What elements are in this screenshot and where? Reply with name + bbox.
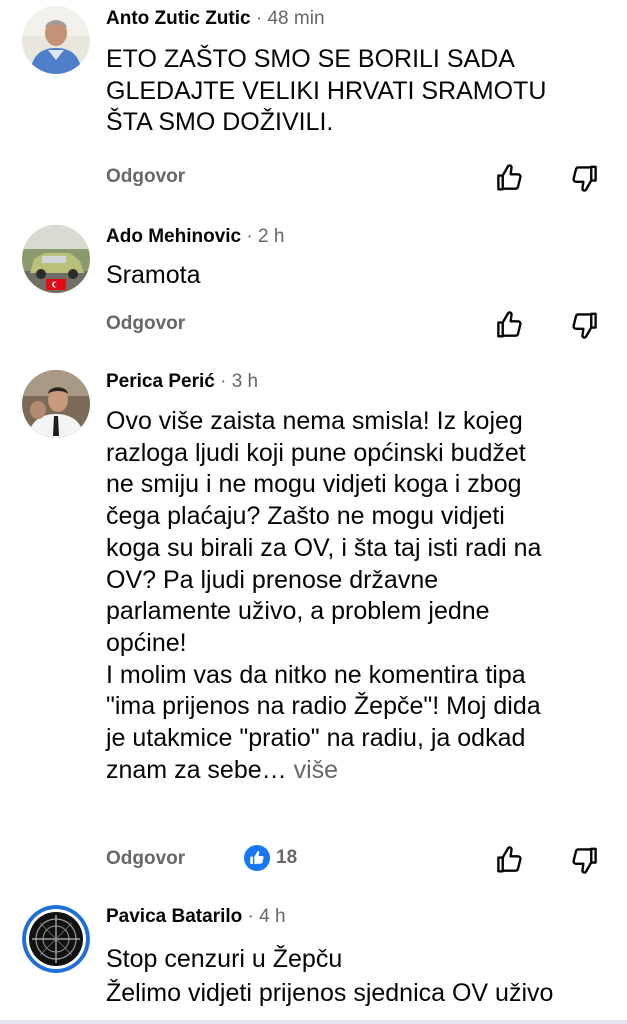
thumbs-down-icon[interactable] bbox=[570, 163, 600, 193]
comment-line: koga su birali za OV, i šta taj isti rad… bbox=[106, 533, 542, 562]
comment-line: Ovo više zaista nema smisla! Iz kojeg bbox=[106, 407, 523, 435]
author-name[interactable]: Anto Zutic Zutic bbox=[106, 8, 251, 29]
comment: Perica Perić · 3 h Ovo više zaista nema … bbox=[0, 360, 627, 890]
thumbs-up-icon[interactable] bbox=[494, 310, 524, 340]
comment-line: GLEDAJTE VELIKI HRVATI SRAMOTU bbox=[106, 76, 547, 105]
author-name[interactable]: Ado Mehinovic bbox=[106, 226, 241, 247]
comment-text: Sramota bbox=[106, 260, 611, 292]
comment-line: razloga ljudi koji pune općinski budžet bbox=[106, 438, 526, 467]
author-name[interactable]: Pavica Batarilo bbox=[106, 906, 242, 927]
comment-line: ne smiju i ne mogu vidjeti koga i zbog bbox=[106, 470, 522, 499]
timestamp[interactable]: 3 h bbox=[232, 371, 258, 392]
comment: Anto Zutic Zutic · 48 min ETO ZAŠTO SMO … bbox=[0, 0, 627, 200]
comment-line: Stop cenzuri u Žepču bbox=[106, 945, 343, 973]
comment-text: Stop cenzuri u Žepču Želimo vidjeti prij… bbox=[106, 942, 611, 1010]
comment-line: Sramota bbox=[106, 261, 201, 289]
like-reaction-icon bbox=[244, 845, 270, 871]
thumbs-up-icon[interactable] bbox=[494, 845, 524, 875]
comment-line: parlamente uživo, a problem jedne bbox=[106, 597, 490, 626]
reply-button[interactable]: Odgovor bbox=[106, 848, 185, 870]
timestamp[interactable]: 4 h bbox=[259, 906, 285, 927]
comment-text: Ovo više zaista nema smisla! Iz kojeg ra… bbox=[106, 406, 611, 786]
comment-line: OV? Pa ljudi prenose državne bbox=[106, 565, 439, 594]
thumbs-down-icon[interactable] bbox=[570, 845, 600, 875]
author-name[interactable]: Perica Perić bbox=[106, 371, 215, 392]
comment-line: ETO ZAŠTO SMO SE BORILI SADA bbox=[106, 45, 515, 73]
thumbs-down-icon[interactable] bbox=[570, 310, 600, 340]
timestamp[interactable]: 2 h bbox=[258, 226, 284, 247]
comment-last-line: znam za sebe… bbox=[106, 755, 287, 784]
divider bbox=[0, 1020, 627, 1024]
comment-header: Perica Perić · 3 h bbox=[106, 370, 258, 394]
comment-line: I molim vas da nitko ne komentira tipa bbox=[106, 660, 526, 689]
avatar[interactable] bbox=[22, 370, 90, 438]
see-more-link[interactable]: više bbox=[294, 756, 338, 784]
reply-button[interactable]: Odgovor bbox=[106, 166, 185, 188]
reply-button[interactable]: Odgovor bbox=[106, 313, 185, 335]
comment-line: čega plaćaju? Zašto ne mogu vidjeti bbox=[106, 502, 505, 531]
avatar[interactable] bbox=[22, 6, 90, 74]
comment-header: Pavica Batarilo · 4 h bbox=[106, 905, 286, 929]
separator: · bbox=[246, 226, 253, 247]
comment-text: ETO ZAŠTO SMO SE BORILI SADA GLEDAJTE VE… bbox=[106, 44, 611, 139]
comment-line: ŠTA SMO DOŽIVILI. bbox=[106, 108, 334, 136]
avatar[interactable] bbox=[22, 905, 90, 973]
comment-line: Želimo vidjeti prijenos sjednica OV uživ… bbox=[106, 979, 554, 1007]
avatar[interactable] bbox=[22, 225, 90, 293]
separator: · bbox=[255, 8, 263, 29]
timestamp[interactable]: 48 min bbox=[267, 8, 324, 29]
comment-line: znam za sebe… više bbox=[106, 755, 611, 787]
comment-line: "ima prijenos na radio Žepče"! Moj dida bbox=[106, 692, 541, 721]
separator: · bbox=[220, 371, 227, 392]
comment-line: općine! bbox=[106, 628, 187, 657]
comment: Ado Mehinovic · 2 h Sramota Odgovor bbox=[0, 215, 627, 345]
comment-header: Ado Mehinovic · 2 h bbox=[106, 225, 284, 249]
comment-header: Anto Zutic Zutic · 48 min bbox=[106, 7, 325, 31]
comment-line: je utakmice "pratio" na radiu, ja odkad bbox=[106, 724, 526, 753]
reaction-count: 18 bbox=[276, 847, 298, 868]
separator: · bbox=[247, 906, 254, 927]
comment: Pavica Batarilo · 4 h Stop cenzuri u Žep… bbox=[0, 895, 627, 1020]
thumbs-up-icon[interactable] bbox=[494, 163, 524, 193]
reaction-summary[interactable]: 18 bbox=[244, 845, 297, 871]
